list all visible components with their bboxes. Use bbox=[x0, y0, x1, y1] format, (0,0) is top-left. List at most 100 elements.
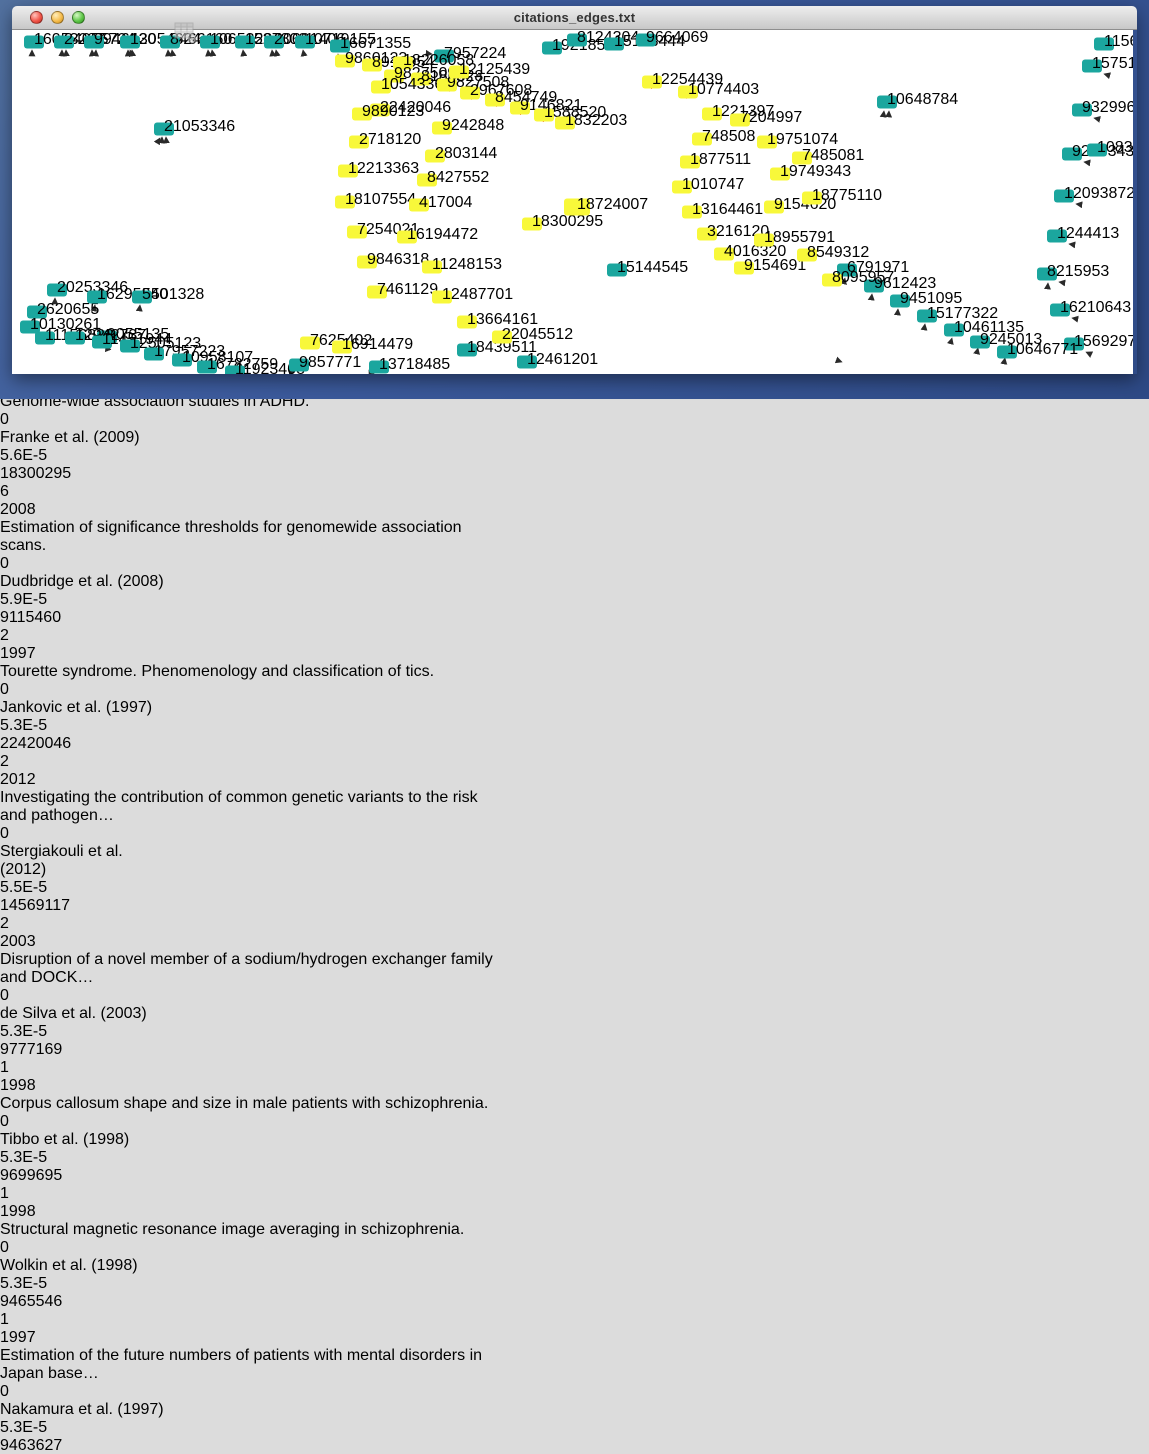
table-cell[interactable]: Tourette syndrome. Phenomenology and cla… bbox=[0, 663, 498, 681]
graph-node[interactable]: 9857771 bbox=[289, 354, 361, 372]
graph-node[interactable]: 10648784 bbox=[877, 91, 958, 109]
graph-node[interactable]: 12093872 bbox=[1054, 185, 1133, 203]
graph-node[interactable]: 8215953 bbox=[1037, 263, 1109, 281]
graph-node[interactable]: 7204997 bbox=[730, 109, 802, 127]
table-cell[interactable]: Nakamura et al. (1997) bbox=[0, 1401, 164, 1419]
table-cell[interactable]: 9777169 bbox=[0, 1041, 96, 1059]
graph-node[interactable]: 22045512 bbox=[492, 326, 573, 344]
table-row[interactable]: 946362711997Embryonic stem cells: a mode… bbox=[0, 1437, 1149, 1454]
table-cell[interactable]: 0 bbox=[0, 987, 75, 1005]
graph-node[interactable]: 16210643 bbox=[1050, 299, 1131, 317]
graph-node[interactable]: 21053346 bbox=[154, 118, 235, 136]
table-row[interactable]: 977716911998Corpus callosum shape and si… bbox=[0, 1041, 1149, 1167]
graph-node[interactable]: 18107554 bbox=[335, 191, 416, 209]
table-cell[interactable]: 5.3E-5 bbox=[0, 1275, 96, 1293]
graph-node[interactable]: 15751074 bbox=[1082, 55, 1133, 73]
graph-node[interactable]: 19749343 bbox=[770, 163, 851, 181]
table-cell[interactable]: Corpus callosum shape and size in male p… bbox=[0, 1095, 498, 1113]
table-cell[interactable]: Franke et al. (2009) bbox=[0, 429, 164, 447]
graph-node[interactable]: 1877511 bbox=[680, 151, 751, 169]
graph-node[interactable]: 16194472 bbox=[397, 226, 478, 244]
graph-node[interactable]: 10774403 bbox=[678, 81, 759, 99]
table-cell[interactable]: 14569117 bbox=[0, 897, 96, 915]
table-cell[interactable]: 9115460 bbox=[0, 609, 96, 627]
graph-node[interactable]: 12461201 bbox=[517, 351, 598, 369]
graph-node[interactable]: 10646771 bbox=[997, 341, 1078, 359]
table-cell[interactable]: Structural magnetic resonance image aver… bbox=[0, 1221, 498, 1239]
network-view[interactable]: 1605328724055724994642013054624846616010… bbox=[12, 30, 1133, 374]
table-cell[interactable]: 0 bbox=[0, 1239, 75, 1257]
table-cell[interactable]: 2 bbox=[0, 627, 94, 645]
table-cell[interactable]: 5.5E-5 bbox=[0, 879, 96, 897]
graph-node[interactable]: 11248153 bbox=[422, 256, 502, 274]
graph-node[interactable]: 12213363 bbox=[338, 160, 419, 178]
table-cell[interactable]: Tibbo et al. (1998) bbox=[0, 1131, 164, 1149]
graph-node[interactable]: 9154691 bbox=[734, 257, 806, 275]
graph-node[interactable]: 1244413 bbox=[1047, 225, 1119, 243]
graph-node[interactable]: 12487701 bbox=[432, 286, 513, 304]
graph-node[interactable]: 9242848 bbox=[432, 117, 504, 135]
table-cell[interactable]: 6 bbox=[0, 483, 94, 501]
table-cell[interactable]: Wolkin et al. (1998) bbox=[0, 1257, 164, 1275]
table-cell[interactable]: 5.3E-5 bbox=[0, 1149, 96, 1167]
table-cell[interactable]: 1997 bbox=[0, 1329, 66, 1347]
graph-node[interactable]: 13164461 bbox=[682, 201, 763, 219]
table-cell[interactable]: 0 bbox=[0, 1113, 75, 1131]
table-cell[interactable]: 0 bbox=[0, 825, 75, 843]
table-cell[interactable]: 1 bbox=[0, 1311, 94, 1329]
table-cell[interactable]: 5.3E-5 bbox=[0, 1419, 96, 1437]
table-cell[interactable]: 0 bbox=[0, 411, 75, 429]
table-cell[interactable]: 0 bbox=[0, 681, 75, 699]
table-cell[interactable]: 22420046 bbox=[0, 735, 96, 753]
graph-node[interactable]: 8095957 bbox=[822, 269, 894, 287]
table-row[interactable]: 2242004622012Investigating the contribut… bbox=[0, 735, 1149, 897]
graph-node[interactable]: 9664069 bbox=[636, 30, 708, 47]
graph-node[interactable]: 15144545 bbox=[607, 259, 688, 277]
graph-node[interactable]: 417004 bbox=[409, 194, 472, 212]
table-cell[interactable]: 1 bbox=[0, 1059, 94, 1077]
table-cell[interactable]: 2 bbox=[0, 915, 94, 933]
table-cell[interactable]: 1997 bbox=[0, 645, 66, 663]
table-cell[interactable]: Estimation of significance thresholds fo… bbox=[0, 519, 498, 555]
graph-node[interactable]: 2803144 bbox=[425, 145, 497, 163]
graph-node[interactable]: 1010747 bbox=[672, 176, 744, 194]
table-cell[interactable]: Investigating the contribution of common… bbox=[0, 789, 498, 825]
table-cell[interactable]: 5.6E-5 bbox=[0, 447, 96, 465]
graph-node[interactable]: 5501328 bbox=[132, 286, 204, 304]
graph-node[interactable]: 18724007 bbox=[564, 196, 648, 216]
graph-node[interactable]: 18300295 bbox=[522, 213, 603, 231]
graph-node[interactable]: 9329966 bbox=[1072, 99, 1133, 117]
graph-node[interactable]: 8427552 bbox=[417, 169, 489, 187]
graph-node[interactable]: 10832803 bbox=[1087, 139, 1133, 157]
table-cell[interactable]: de Silva et al. (2003) bbox=[0, 1005, 164, 1023]
table-cell[interactable]: 9463627 bbox=[0, 1437, 96, 1454]
graph-node[interactable]: 9890123 bbox=[352, 103, 424, 121]
table-cell[interactable]: 18300295 bbox=[0, 465, 96, 483]
graph-node[interactable]: 1832203 bbox=[555, 112, 627, 130]
table-cell[interactable]: 2003 bbox=[0, 933, 66, 951]
table-cell[interactable]: 2012 bbox=[0, 771, 66, 789]
table-cell[interactable]: 0 bbox=[0, 1383, 75, 1401]
graph-node[interactable]: 9846318 bbox=[357, 251, 429, 269]
table-row[interactable]: 1456911722003Disruption of a novel membe… bbox=[0, 897, 1149, 1041]
table-cell[interactable]: 1998 bbox=[0, 1077, 66, 1095]
table-cell[interactable]: Dudbridge et al. (2008) bbox=[0, 573, 164, 591]
table-row[interactable]: 969969511998Structural magnetic resonanc… bbox=[0, 1167, 1149, 1293]
graph-node[interactable]: 13718485 bbox=[369, 356, 450, 374]
table-cell[interactable]: 1998 bbox=[0, 1203, 66, 1221]
graph-node[interactable]: 12125439 bbox=[449, 61, 530, 79]
graph-node[interactable]: 18775110 bbox=[802, 187, 882, 205]
table-cell[interactable]: Estimation of the future numbers of pati… bbox=[0, 1347, 498, 1383]
table-cell[interactable]: 9465546 bbox=[0, 1293, 96, 1311]
graph-node[interactable]: 16914479 bbox=[332, 336, 413, 354]
table-cell[interactable]: 9699695 bbox=[0, 1167, 96, 1185]
table-cell[interactable]: Stergiakouli et al. (2012) bbox=[0, 843, 164, 879]
table-row[interactable]: 911546021997Tourette syndrome. Phenomeno… bbox=[0, 609, 1149, 735]
table-cell[interactable]: 2008 bbox=[0, 501, 66, 519]
graph-node[interactable]: 11563958 bbox=[1094, 33, 1133, 51]
graph-node[interactable]: 7485081 bbox=[792, 147, 864, 165]
table-cell[interactable]: 2 bbox=[0, 753, 94, 771]
table-row[interactable]: 946554611997Estimation of the future num… bbox=[0, 1293, 1149, 1437]
table-cell[interactable]: 5.9E-5 bbox=[0, 591, 96, 609]
table-cell[interactable]: Disruption of a novel member of a sodium… bbox=[0, 951, 498, 987]
